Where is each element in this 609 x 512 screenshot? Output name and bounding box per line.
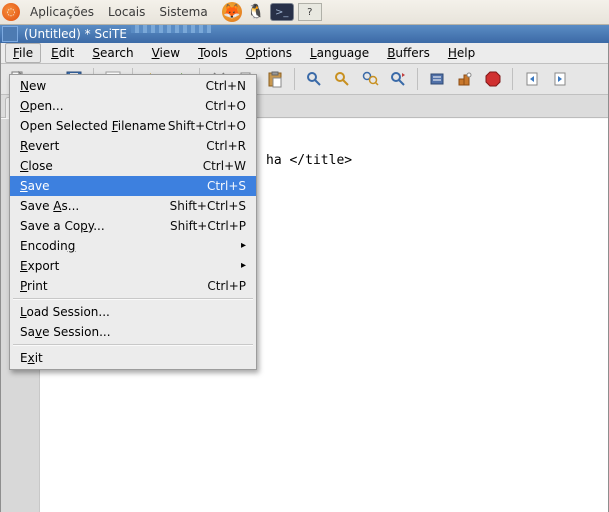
file-menu-export[interactable]: Export ▸ <box>10 256 256 276</box>
menu-separator <box>13 298 253 300</box>
menu-item-shortcut: Ctrl+R <box>206 138 246 154</box>
file-menu-revert[interactable]: Revert Ctrl+R <box>10 136 256 156</box>
menu-item-shortcut: Shift+Ctrl+O <box>168 118 246 134</box>
panel-applications[interactable]: Aplicações <box>26 5 98 19</box>
file-menu-encoding[interactable]: Encoding ▸ <box>10 236 256 256</box>
help-icon[interactable]: ? <box>298 3 322 21</box>
menu-item-shortcut: Ctrl+O <box>205 98 246 114</box>
gnome-top-panel: ◌ Aplicações Locais Sistema 🦊 🐧 >_ ? <box>0 0 609 25</box>
menu-buffers[interactable]: Buffers <box>379 43 438 63</box>
file-menu-open[interactable]: Open... Ctrl+O <box>10 96 256 116</box>
panel-system[interactable]: Sistema <box>155 5 211 19</box>
menu-view[interactable]: View <box>144 43 188 63</box>
panel-places[interactable]: Locais <box>104 5 149 19</box>
window-titlebar[interactable]: (Untitled) * SciTE <box>0 25 609 43</box>
menu-item-label: Save <box>20 178 49 194</box>
menu-item-label: Encoding <box>20 238 75 254</box>
menu-search[interactable]: Search <box>84 43 141 63</box>
window-title: (Untitled) * SciTE <box>24 27 127 41</box>
titlebar-shade <box>131 25 211 33</box>
file-menu-print[interactable]: Print Ctrl+P <box>10 276 256 296</box>
ubuntu-logo-icon[interactable]: ◌ <box>2 3 20 21</box>
toolbar-separator <box>417 68 418 90</box>
menu-item-label: Save As... <box>20 198 79 214</box>
menu-item-label: Open Selected Filename <box>20 118 166 134</box>
menu-item-shortcut: Ctrl+W <box>203 158 246 174</box>
file-menu-save[interactable]: Save Ctrl+S <box>10 176 256 196</box>
menu-item-label: Print <box>20 278 48 294</box>
pidgin-icon[interactable]: 🐧 <box>246 2 266 22</box>
file-menu-save-session[interactable]: Save Session... <box>10 322 256 342</box>
menu-item-label: Close <box>20 158 53 174</box>
menu-item-shortcut: Shift+Ctrl+S <box>170 198 246 214</box>
next-buffer-button[interactable] <box>547 67 573 91</box>
menu-item-label: Revert <box>20 138 59 154</box>
menu-language[interactable]: Language <box>302 43 377 63</box>
stop-button[interactable] <box>480 67 506 91</box>
find-in-files-button[interactable] <box>357 67 383 91</box>
firefox-icon[interactable]: 🦊 <box>222 2 242 22</box>
file-menu-exit[interactable]: Exit <box>10 348 256 368</box>
menu-edit[interactable]: Edit <box>43 43 82 63</box>
file-menu-open-selected-filename[interactable]: Open Selected FilenameShift+Ctrl+O <box>10 116 256 136</box>
file-menu-close[interactable]: Close Ctrl+W <box>10 156 256 176</box>
menu-item-shortcut: Ctrl+S <box>207 178 246 194</box>
file-menu-save-a-copy[interactable]: Save a Copy... Shift+Ctrl+P <box>10 216 256 236</box>
menu-item-label: Export <box>20 258 59 274</box>
menu-item-label: New <box>20 78 46 94</box>
terminal-icon[interactable]: >_ <box>270 3 294 21</box>
file-menu-new[interactable]: New Ctrl+N <box>10 76 256 96</box>
code-fragment: ha </title> <box>266 153 602 168</box>
menu-item-label: Save a Copy... <box>20 218 105 234</box>
submenu-arrow-icon: ▸ <box>241 258 246 274</box>
toolbar-separator <box>512 68 513 90</box>
build-button[interactable] <box>452 67 478 91</box>
menu-item-shortcut: Ctrl+P <box>207 278 246 294</box>
file-menu-save-as[interactable]: Save As... Shift+Ctrl+S <box>10 196 256 216</box>
find-next-button[interactable] <box>329 67 355 91</box>
replace-button[interactable] <box>385 67 411 91</box>
app-icon <box>2 26 18 42</box>
file-menu-dropdown[interactable]: New Ctrl+N Open... Ctrl+O Open Selected File… <box>9 74 257 370</box>
menu-item-shortcut: Shift+Ctrl+P <box>170 218 246 234</box>
menu-file[interactable]: File <box>5 43 41 63</box>
menu-item-label: Open... <box>20 98 64 114</box>
menu-separator <box>13 344 253 346</box>
file-menu-load-session[interactable]: Load Session... <box>10 302 256 322</box>
prev-buffer-button[interactable] <box>519 67 545 91</box>
find-button[interactable] <box>301 67 327 91</box>
toolbar-separator <box>294 68 295 90</box>
menu-item-shortcut: Ctrl+N <box>206 78 246 94</box>
menu-help[interactable]: Help <box>440 43 483 63</box>
paste-button[interactable] <box>262 67 288 91</box>
menu-item-label: Load Session... <box>20 304 110 320</box>
menu-options[interactable]: Options <box>238 43 300 63</box>
compile-button[interactable] <box>424 67 450 91</box>
menu-item-label: Save Session... <box>20 324 111 340</box>
menu-item-label: Exit <box>20 350 43 366</box>
submenu-arrow-icon: ▸ <box>241 238 246 254</box>
menu-tools[interactable]: Tools <box>190 43 236 63</box>
menubar[interactable]: FileEditSearchViewToolsOptionsLanguageBu… <box>1 43 608 64</box>
